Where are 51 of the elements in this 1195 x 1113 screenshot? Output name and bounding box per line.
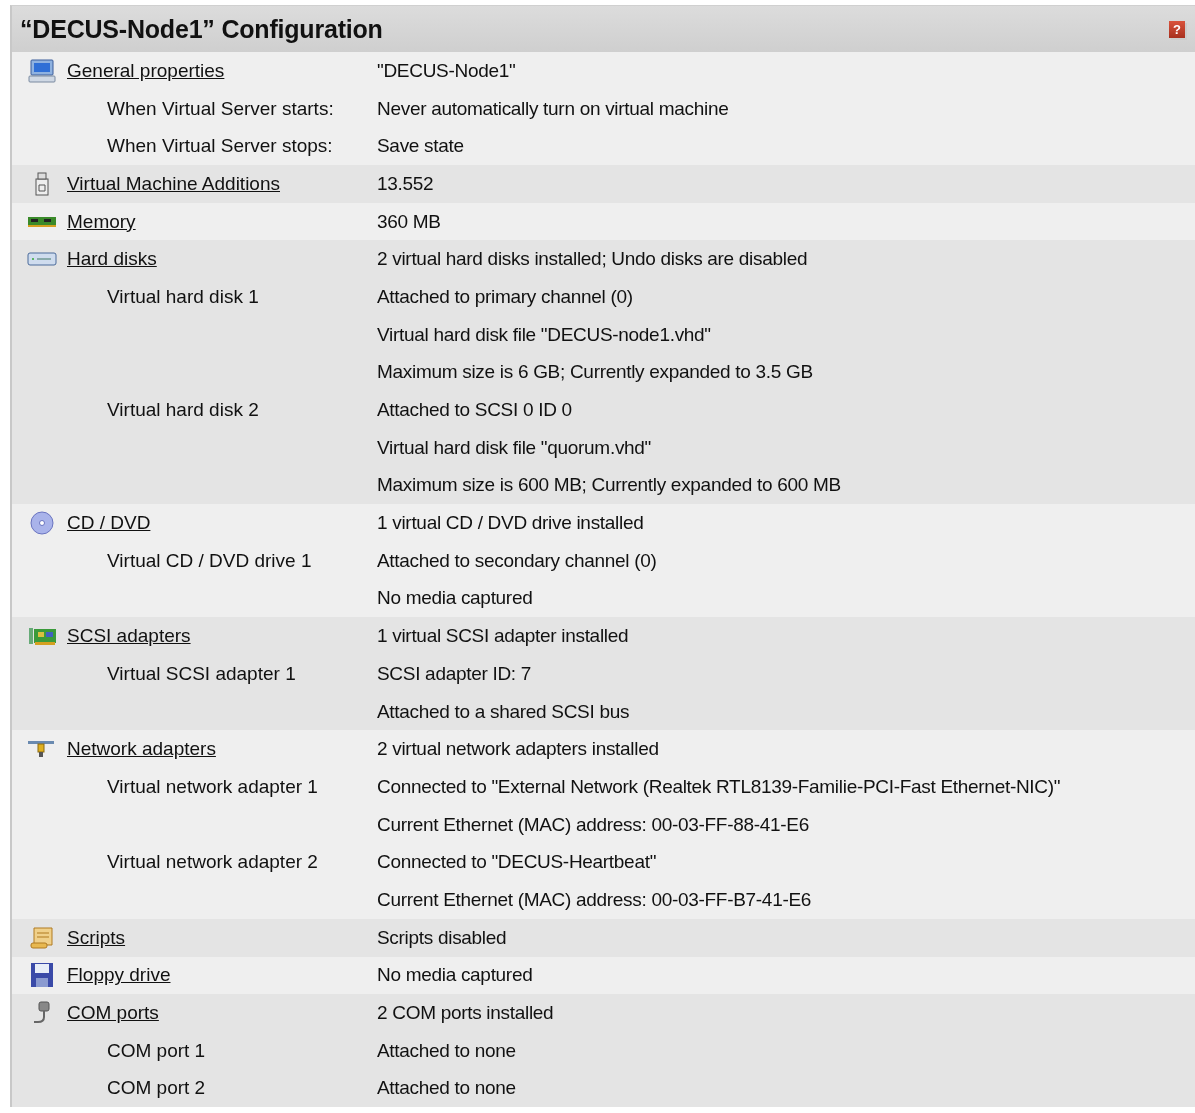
property-value: Virtual hard disk file "quorum.vhd" [377, 436, 653, 459]
property-label: When Virtual Server starts: [106, 97, 335, 120]
property-value: SCSI adapter ID: 7 [377, 662, 533, 685]
section-link[interactable]: COM ports [67, 1002, 159, 1025]
property-value: Never automatically turn on virtual machine [377, 97, 730, 120]
property-value: 2 virtual network adapters installed [377, 738, 660, 761]
page-title: “DECUS-Node1” Configuration [20, 14, 383, 44]
property-value: Scripts disabled [377, 926, 508, 949]
property-value: 13.552 [377, 172, 435, 195]
property-value: Connected to "DECUS-Heartbeat" [377, 851, 658, 874]
property-value: Attached to none [377, 1077, 517, 1100]
property-label: Virtual network adapter 2 [106, 851, 319, 874]
section-link[interactable]: General properties [67, 59, 225, 82]
property-value: Connected to "External Network (Realtek RTL8139-Familie-PCI-Fast Ethernet-NIC)" [377, 775, 1062, 798]
property-label: Virtual hard disk 2 [106, 399, 260, 422]
property-label: COM port 1 [106, 1039, 207, 1062]
property-label: When Virtual Server stops: [106, 135, 334, 158]
property-value: Attached to primary channel (0) [377, 285, 634, 308]
property-value: No media captured [377, 964, 534, 987]
property-value: Attached to a shared SCSI bus [377, 700, 631, 723]
property-value: Attached to SCSI 0 ID 0 [377, 399, 573, 422]
property-value: Save state [377, 135, 465, 158]
section-link[interactable]: Network adapters [67, 738, 216, 761]
property-value: Current Ethernet (MAC) address: 00-03-FF-88-41-E6 [377, 813, 810, 836]
property-value: 1 virtual CD / DVD drive installed [377, 512, 645, 535]
section-link[interactable]: Memory [67, 210, 136, 233]
computer-icon [26, 57, 58, 84]
section-link[interactable]: Hard disks [67, 248, 157, 271]
property-value: No media captured [377, 587, 534, 610]
property-value: 2 COM ports installed [377, 1002, 555, 1025]
help-button[interactable]: ? [1169, 20, 1185, 38]
property-value: 1 virtual SCSI adapter installed [377, 625, 630, 648]
property-label: Virtual CD / DVD drive 1 [106, 549, 313, 572]
property-value: Maximum size is 6 GB; Currently expanded to 3.5 GB [377, 361, 814, 384]
property-label: Virtual network adapter 1 [106, 775, 319, 798]
section-link[interactable]: CD / DVD [67, 512, 151, 535]
section-link[interactable]: Scripts [67, 926, 126, 949]
section-link[interactable]: Virtual Machine Additions [67, 172, 280, 195]
property-value: Current Ethernet (MAC) address: 00-03-FF-B7-41-E6 [377, 888, 813, 911]
property-value: Maximum size is 600 MB; Currently expanded to 600 MB [377, 474, 842, 497]
property-value: 2 virtual hard disks installed; Undo disks are disabled [377, 248, 809, 271]
property-value: Virtual hard disk file "DECUS-node1.vhd" [377, 323, 712, 346]
property-value: "DECUS-Node1" [377, 59, 517, 82]
property-value: Attached to none [377, 1039, 517, 1062]
property-value: Attached to secondary channel (0) [377, 549, 658, 572]
property-label: Virtual SCSI adapter 1 [106, 662, 297, 685]
property-value: 360 MB [377, 210, 442, 233]
section-link[interactable]: SCSI adapters [67, 625, 191, 648]
property-label: Virtual hard disk 1 [106, 285, 260, 308]
section-link[interactable]: Floppy drive [67, 964, 171, 987]
property-label: COM port 2 [106, 1077, 207, 1100]
